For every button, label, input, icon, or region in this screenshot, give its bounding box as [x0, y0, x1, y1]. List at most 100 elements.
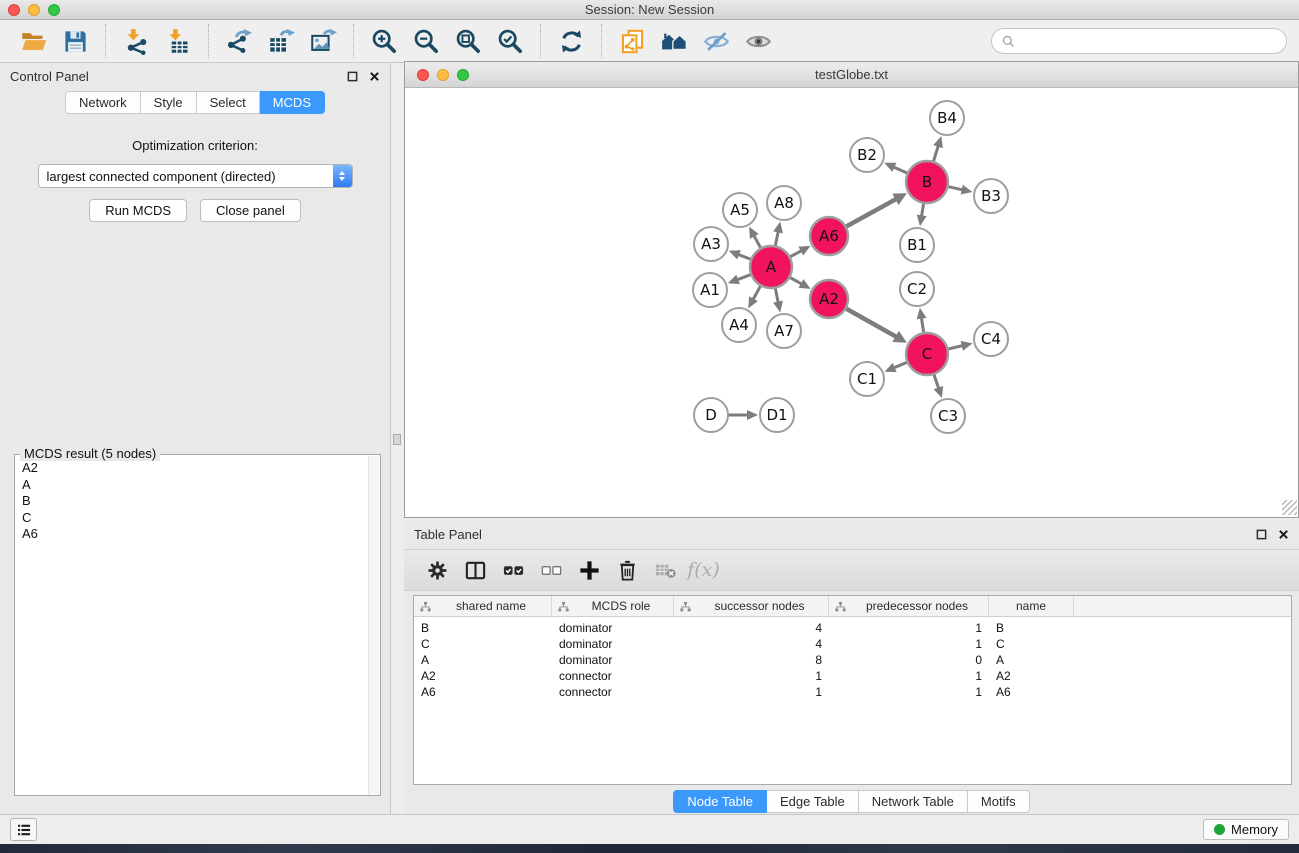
task-history-button[interactable]	[10, 818, 37, 841]
column-header-successor-nodes[interactable]: successor nodes	[674, 596, 829, 616]
minimize-window-button[interactable]	[28, 4, 40, 16]
table-cell[interactable]: A	[414, 653, 552, 667]
resize-grip-icon[interactable]	[1282, 500, 1297, 515]
criterion-dropdown[interactable]: largest connected component (directed)	[38, 164, 353, 188]
table-cell[interactable]: C	[414, 637, 552, 651]
node-A6[interactable]: A6	[810, 217, 848, 255]
divider-handle[interactable]	[393, 434, 401, 445]
column-header-shared-name[interactable]: shared name	[414, 596, 552, 616]
node-B2[interactable]: B2	[850, 138, 884, 172]
table-row[interactable]: A6connector11A6	[414, 684, 1291, 700]
tab-style[interactable]: Style	[141, 91, 197, 114]
column-header-predecessor-nodes[interactable]: predecessor nodes	[829, 596, 989, 616]
close-network-button[interactable]	[417, 69, 429, 81]
node-C3[interactable]: C3	[931, 399, 965, 433]
node-A4[interactable]: A4	[722, 308, 756, 342]
tab-network-table[interactable]: Network Table	[859, 790, 968, 813]
table-cell[interactable]: 4	[674, 637, 829, 651]
tab-network[interactable]: Network	[65, 91, 141, 114]
node-A8[interactable]: A8	[767, 186, 801, 220]
zoom-in-icon[interactable]	[368, 24, 400, 58]
table-cell[interactable]: A2	[989, 669, 1074, 683]
split-view-icon[interactable]	[458, 553, 493, 587]
table-cell[interactable]: B	[989, 621, 1074, 635]
table-cell[interactable]: 1	[674, 669, 829, 683]
float-table-panel-icon[interactable]	[1256, 529, 1267, 540]
node-A1[interactable]: A1	[693, 273, 727, 307]
search-field[interactable]	[991, 28, 1287, 54]
zoom-selected-icon[interactable]	[494, 24, 526, 58]
table-cell[interactable]: 1	[829, 637, 989, 651]
search-input[interactable]	[1021, 34, 1277, 49]
table-cell[interactable]: A	[989, 653, 1074, 667]
export-table-icon[interactable]	[265, 24, 297, 58]
delete-column-icon[interactable]	[610, 553, 645, 587]
run-mcds-button[interactable]: Run MCDS	[89, 199, 187, 222]
table-cell[interactable]: A2	[414, 669, 552, 683]
node-B4[interactable]: B4	[930, 101, 964, 135]
node-A[interactable]: A	[750, 246, 792, 288]
network-graph[interactable]: B4B2BB3B1A5A8A6A3AA1C2A2A4A7C4CC1C3DD1	[405, 88, 1298, 516]
table-row[interactable]: Adominator80A	[414, 652, 1291, 668]
first-neighbors-icon[interactable]	[658, 24, 690, 58]
hide-selected-icon[interactable]	[700, 24, 732, 58]
table-cell[interactable]: 1	[674, 685, 829, 699]
table-cell[interactable]: connector	[552, 669, 674, 683]
zoom-out-icon[interactable]	[410, 24, 442, 58]
network-canvas[interactable]: B4B2BB3B1A5A8A6A3AA1C2A2A4A7C4CC1C3DD1	[405, 88, 1298, 516]
export-network-icon[interactable]	[223, 24, 255, 58]
node-C2[interactable]: C2	[900, 272, 934, 306]
close-table-panel-icon[interactable]	[1278, 529, 1289, 540]
table-cell[interactable]: 0	[829, 653, 989, 667]
node-D1[interactable]: D1	[760, 398, 794, 432]
minimize-network-button[interactable]	[437, 69, 449, 81]
node-A3[interactable]: A3	[694, 227, 728, 261]
node-C4[interactable]: C4	[974, 322, 1008, 356]
show-all-icon[interactable]	[742, 24, 774, 58]
table-cell[interactable]: dominator	[552, 637, 674, 651]
table-cell[interactable]: 1	[829, 621, 989, 635]
node-B1[interactable]: B1	[900, 228, 934, 262]
node-C[interactable]: C	[906, 333, 948, 375]
save-session-icon[interactable]	[59, 24, 91, 58]
network-from-selection-icon[interactable]	[616, 24, 648, 58]
zoom-fit-icon[interactable]	[452, 24, 484, 58]
import-network-icon[interactable]	[120, 24, 152, 58]
result-scrollbar[interactable]	[368, 456, 379, 794]
tab-edge-table[interactable]: Edge Table	[767, 790, 859, 813]
deselect-all-icon[interactable]	[534, 553, 569, 587]
table-row[interactable]: Bdominator41B	[414, 620, 1291, 636]
float-panel-icon[interactable]	[347, 71, 358, 82]
column-header-MCDS-role[interactable]: MCDS role	[552, 596, 674, 616]
memory-button[interactable]: Memory	[1203, 819, 1289, 840]
table-cell[interactable]: 4	[674, 621, 829, 635]
table-cell[interactable]: dominator	[552, 653, 674, 667]
table-cell[interactable]: C	[989, 637, 1074, 651]
close-panel-icon[interactable]	[369, 71, 380, 82]
table-cell[interactable]: 1	[829, 669, 989, 683]
tab-motifs[interactable]: Motifs	[968, 790, 1030, 813]
network-window-titlebar[interactable]: testGlobe.txt	[405, 62, 1298, 88]
table-row[interactable]: Cdominator41C	[414, 636, 1291, 652]
node-B[interactable]: B	[906, 161, 948, 203]
select-all-icon[interactable]	[496, 553, 531, 587]
node-D[interactable]: D	[694, 398, 728, 432]
table-cell[interactable]: A6	[414, 685, 552, 699]
export-image-icon[interactable]	[307, 24, 339, 58]
node-A2[interactable]: A2	[810, 280, 848, 318]
tab-node-table[interactable]: Node Table	[673, 790, 767, 813]
table-cell[interactable]: A6	[989, 685, 1074, 699]
table-cell[interactable]: dominator	[552, 621, 674, 635]
add-column-icon[interactable]	[572, 553, 607, 587]
close-window-button[interactable]	[8, 4, 20, 16]
zoom-window-button[interactable]	[48, 4, 60, 16]
node-A5[interactable]: A5	[723, 193, 757, 227]
node-A7[interactable]: A7	[767, 314, 801, 348]
table-cell[interactable]: 1	[829, 685, 989, 699]
zoom-network-button[interactable]	[457, 69, 469, 81]
open-file-icon[interactable]	[17, 24, 49, 58]
table-cell[interactable]: B	[414, 621, 552, 635]
table-cell[interactable]: connector	[552, 685, 674, 699]
column-header-name[interactable]: name	[989, 596, 1074, 616]
table-cell[interactable]: 8	[674, 653, 829, 667]
